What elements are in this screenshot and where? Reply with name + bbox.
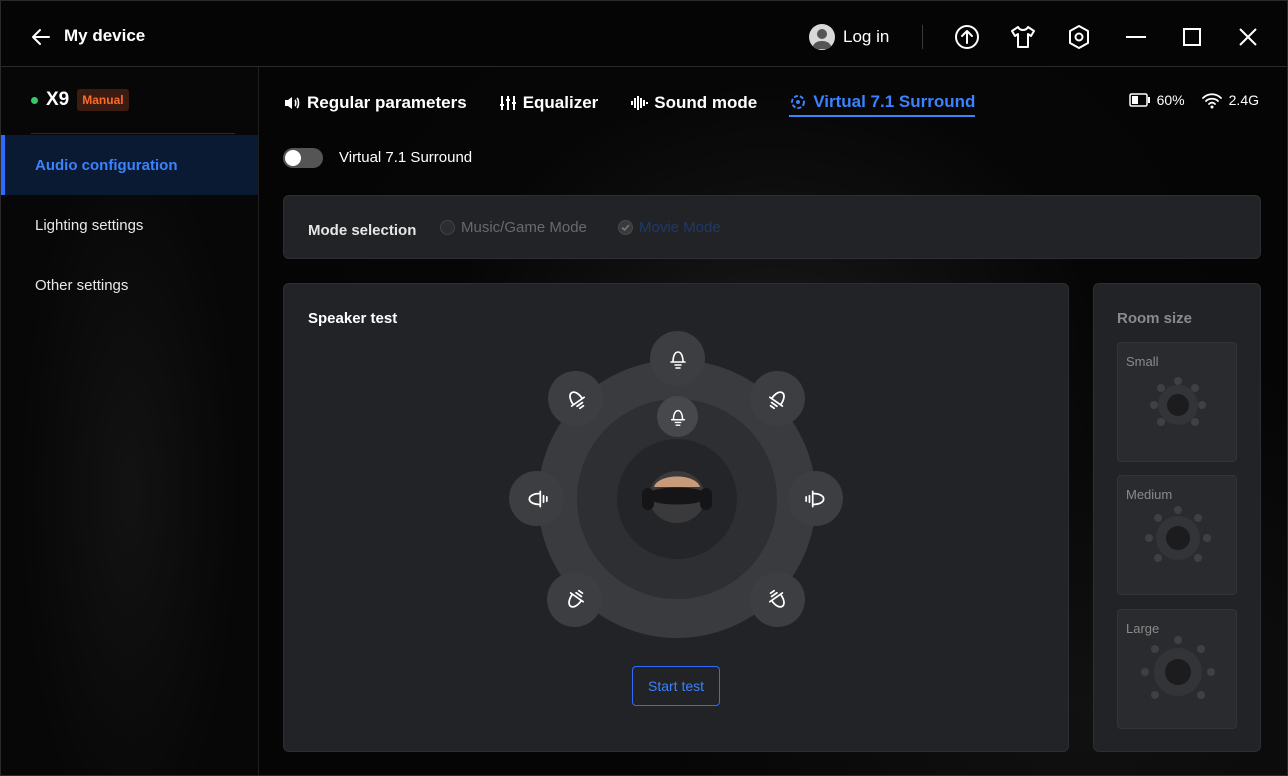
speaker-side-left-button[interactable]: [509, 471, 564, 526]
speaker-icon: [669, 350, 686, 369]
sliders-icon: [499, 96, 516, 110]
sidebar-item-other-settings[interactable]: Other settings: [1, 255, 258, 315]
start-test-button[interactable]: Start test: [632, 666, 720, 706]
shirt-icon[interactable]: [1009, 23, 1037, 51]
connection-status-dot: [31, 96, 38, 104]
speaker-icon: [568, 390, 585, 409]
mode-selection-title: Mode selection: [308, 222, 417, 239]
speaker-front-center-button[interactable]: [650, 331, 705, 386]
mode-badge: Manual: [77, 89, 129, 111]
tab-virtual-surround[interactable]: Virtual 7.1 Surround: [789, 89, 976, 117]
device-status: 60% 2.4G: [1128, 91, 1259, 109]
titlebar-divider: [922, 25, 923, 49]
radio-label: Music/Game Mode: [461, 219, 587, 236]
upload-icon[interactable]: [953, 23, 981, 51]
back-arrow-icon[interactable]: [29, 25, 53, 49]
sidebar-item-audio-configuration[interactable]: Audio configuration: [1, 135, 258, 195]
tab-bar: Regular parameters Equalizer Sound mode …: [283, 89, 976, 117]
speaker-icon: [670, 409, 685, 426]
radio-circle: [440, 220, 455, 235]
surround-icon: [791, 95, 806, 109]
soundwave-icon: [631, 96, 649, 110]
speaker-icon: [285, 97, 300, 109]
tab-sound-mode[interactable]: Sound mode: [630, 89, 757, 117]
speaker-rear-right-button[interactable]: [750, 572, 805, 627]
room-medium-diagram-icon: [1145, 506, 1211, 562]
battery-icon: [1128, 93, 1150, 107]
tab-label: Equalizer: [522, 93, 599, 112]
maximize-icon[interactable]: [1178, 23, 1206, 51]
tab-regular-parameters[interactable]: Regular parameters: [283, 89, 467, 117]
page-title: My device: [64, 26, 146, 45]
room-size-large-card[interactable]: Large: [1117, 609, 1237, 729]
room-size-panel: Room size Small Medium Large: [1093, 283, 1261, 752]
speaker-subwoofer-button[interactable]: [657, 396, 698, 437]
room-size-title: Room size: [1117, 310, 1193, 327]
room-large-diagram-icon: [1141, 636, 1215, 699]
login-label: Log in: [843, 27, 890, 46]
radio-check-icon: [618, 220, 633, 235]
speaker-front-right-button[interactable]: [750, 371, 805, 426]
wireless-icon: [1201, 93, 1222, 109]
radio-music-game-mode[interactable]: Music/Game Mode: [440, 219, 587, 236]
room-size-small-card[interactable]: Small: [1117, 342, 1237, 462]
login-button[interactable]: Log in: [809, 23, 889, 51]
mode-selection-panel: Mode selection Music/Game Mode Movie Mod…: [283, 195, 1261, 259]
room-small-diagram-icon: [1150, 377, 1206, 426]
sidebar-divider: [31, 133, 235, 134]
surround-toggle-label: Virtual 7.1 Surround: [339, 149, 473, 166]
tab-label: Sound mode: [654, 93, 758, 112]
wireless-band: 2.4G: [1228, 92, 1259, 108]
title-bar: My device Log in: [1, 1, 1287, 67]
close-icon[interactable]: [1234, 23, 1262, 51]
tab-label: Regular parameters: [307, 93, 467, 112]
speaker-icon: [804, 489, 825, 508]
settings-hex-icon[interactable]: [1065, 23, 1093, 51]
room-size-medium-card[interactable]: Medium: [1117, 475, 1237, 595]
device-name: X9: [46, 89, 70, 110]
radio-label: Movie Mode: [639, 219, 721, 236]
speaker-test-panel: Speaker test Start test: [283, 283, 1069, 752]
app-window: My device Log in X9 Manual Audio configu…: [0, 0, 1288, 776]
speaker-icon: [567, 589, 584, 608]
speaker-side-right-button[interactable]: [788, 471, 843, 526]
speaker-icon: [527, 489, 548, 508]
surround-toggle[interactable]: [283, 148, 323, 168]
speaker-rear-left-button[interactable]: [547, 572, 602, 627]
radio-movie-mode[interactable]: Movie Mode: [618, 219, 721, 236]
speaker-front-left-button[interactable]: [548, 371, 603, 426]
device-header: X9 Manual: [31, 89, 129, 111]
speaker-icon: [768, 390, 785, 409]
toggle-knob: [285, 150, 301, 166]
tab-equalizer[interactable]: Equalizer: [499, 89, 599, 117]
speaker-icon: [768, 589, 785, 608]
sidebar-item-lighting-settings[interactable]: Lighting settings: [1, 195, 258, 255]
tab-label: Virtual 7.1 Surround: [813, 92, 976, 111]
user-avatar-icon: [809, 24, 835, 50]
minimize-icon[interactable]: [1122, 23, 1150, 51]
battery-level: 60%: [1156, 92, 1185, 108]
